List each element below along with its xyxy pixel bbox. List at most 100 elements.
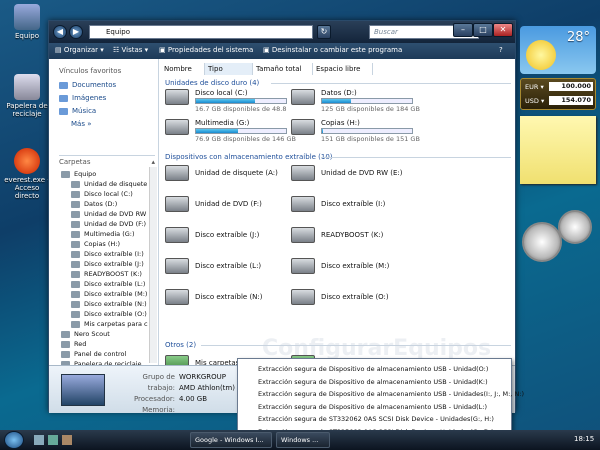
usage-bar (195, 98, 287, 104)
removable-item[interactable]: Disco extraíble (L:) (165, 258, 291, 278)
removable-item[interactable]: Unidad de DVD RW (E:) (291, 165, 417, 185)
hdd-item[interactable]: Datos (D:) 125 GB disponibles de 184 GB (291, 89, 420, 115)
favorite-music[interactable]: Música (59, 107, 96, 115)
tree-item[interactable]: Disco extraíble (M:) (71, 289, 147, 299)
tree-item[interactable]: Disco extraíble (L:) (71, 279, 145, 289)
folders-header[interactable]: Carpetas ▴ (59, 155, 155, 166)
system-properties-button[interactable]: ▣ Propiedades del sistema (159, 46, 253, 54)
close-button[interactable]: ✕ (493, 23, 513, 37)
tree-item-label: Disco extraíble (M:) (84, 290, 148, 298)
optical-drive-icon (165, 196, 189, 212)
drive-size: 16.7 GB disponibles de 48.8 (195, 105, 287, 113)
back-button[interactable]: ◀ (53, 25, 67, 39)
favorite-pictures[interactable]: Imágenes (59, 94, 106, 102)
optical-drive-icon (291, 165, 315, 181)
column-type[interactable]: Tipo (205, 63, 253, 75)
removable-item[interactable]: Unidad de disquete (A:) (165, 165, 291, 185)
drive-icon (71, 200, 80, 208)
tree-item[interactable]: Panel de control (61, 349, 126, 359)
taskbar-task[interactable]: Windows ... (276, 432, 330, 448)
removable-item[interactable]: Disco extraíble (N:) (165, 289, 291, 309)
removable-item[interactable]: READYBOOST (K:) (291, 227, 417, 247)
tree-item[interactable]: READYBOOST (K:) (71, 269, 142, 279)
tree-item[interactable]: Disco local (C:) (71, 189, 133, 199)
currency-value[interactable]: 100.000 (549, 82, 593, 91)
tree-item[interactable]: Copias (H:) (71, 239, 120, 249)
uninstall-button[interactable]: ▣ Desinstalar o cambiar este programa (263, 46, 402, 54)
cpu-meter-gadget[interactable] (522, 210, 598, 280)
removable-item[interactable]: Disco extraíble (O:) (291, 289, 417, 309)
tree-item[interactable]: Disco extraíble (N:) (71, 299, 147, 309)
notes-gadget[interactable] (520, 116, 596, 184)
forward-button[interactable]: ▶ (69, 25, 83, 39)
nav-scrollbar[interactable] (149, 167, 157, 363)
tree-item[interactable]: Unidad de DVD (F:) (71, 219, 146, 229)
desktop-icon-everest[interactable]: everest.exe - Acceso directo (2, 148, 52, 200)
maximize-button[interactable]: □ (473, 23, 493, 37)
tree-item-label: Disco extraíble (O:) (84, 310, 147, 318)
favorite-documents[interactable]: Documentos (59, 81, 116, 89)
tree-item-label: Disco local (C:) (84, 190, 133, 198)
group-hdd[interactable]: Unidades de disco duro (4) (165, 79, 259, 87)
usage-fill (196, 99, 256, 103)
weather-gadget[interactable]: 28° (520, 26, 596, 74)
column-total-size[interactable]: Tamaño total (253, 63, 313, 75)
quicklaunch-icon[interactable] (48, 435, 58, 445)
tree-item[interactable]: Datos (D:) (71, 199, 117, 209)
menu-item[interactable]: Extracción segura de Dispositivo de alma… (258, 365, 488, 373)
taskbar-task[interactable]: Google - Windows I... (190, 432, 272, 448)
hdd-item[interactable]: Multimedia (G:) 76.9 GB disponibles de 14… (165, 119, 296, 145)
group-other[interactable]: Otros (2) (165, 341, 196, 349)
removable-item[interactable]: Disco extraíble (J:) (165, 227, 291, 247)
tree-item[interactable]: Mis carpetas para c (71, 319, 148, 329)
help-icon[interactable]: ? (499, 46, 503, 54)
drive-icon (71, 230, 80, 238)
address-bar[interactable]: Equipo (89, 25, 313, 39)
refresh-button[interactable]: ↻ (317, 25, 331, 39)
tree-item[interactable]: Equipo (61, 169, 96, 179)
hdd-item[interactable]: Disco local (C:) 16.7 GB disponibles de 4… (165, 89, 291, 115)
drive-name: Disco extraíble (J:) (195, 231, 260, 239)
desktop-icon-computer[interactable]: Equipo (2, 4, 52, 40)
menu-item[interactable]: Extracción segura de Dispositivo de alma… (258, 390, 524, 398)
clock[interactable]: 18:15 (574, 435, 594, 443)
hdd-item[interactable]: Copias (H:) 151 GB disponibles de 151 GB (291, 119, 420, 145)
gauge-icon (558, 210, 592, 244)
usb-drive-icon (291, 289, 315, 305)
removable-item[interactable]: Disco extraíble (I:) (291, 196, 417, 216)
removable-item[interactable]: Disco extraíble (M:) (291, 258, 417, 278)
sidebar: 28° EUR ▾ 100.000 USD ▾ 154.070 (516, 20, 600, 430)
tree-item[interactable]: Disco extraíble (I:) (71, 249, 144, 259)
quicklaunch-icon[interactable] (62, 435, 72, 445)
column-free-space[interactable]: Espacio libre (313, 63, 373, 75)
tree-item[interactable]: Unidad de DVD RW (71, 209, 146, 219)
organize-menu[interactable]: ▤ Organizar ▾ (55, 46, 104, 54)
views-menu[interactable]: ☷ Vistas ▾ (113, 46, 148, 54)
sun-icon (526, 40, 556, 70)
usb-drive-icon (165, 258, 189, 274)
drive-icon (71, 320, 80, 328)
tree-item[interactable]: Unidad de disquete (71, 179, 147, 189)
currency-gadget[interactable]: EUR ▾ 100.000 USD ▾ 154.070 (520, 78, 596, 110)
menu-item[interactable]: Extracción segura de Dispositivo de alma… (258, 378, 488, 386)
usage-fill (322, 99, 351, 103)
desktop-icon-recycle-bin[interactable]: Papelera de reciclaje (2, 74, 52, 118)
tree-item-label: READYBOOST (K:) (84, 270, 142, 278)
drive-icon (71, 220, 80, 228)
minimize-button[interactable]: – (453, 23, 473, 37)
tree-item[interactable]: Red (61, 339, 86, 349)
column-name[interactable]: Nombre (161, 63, 205, 75)
tree-item[interactable]: Disco extraíble (J:) (71, 259, 144, 269)
start-button[interactable] (4, 431, 24, 449)
currency-value[interactable]: 154.070 (549, 96, 593, 105)
tree-item[interactable]: Multimedia (G:) (71, 229, 135, 239)
group-removable[interactable]: Dispositivos con almacenamiento extraíbl… (165, 153, 333, 161)
removable-item[interactable]: Unidad de DVD (F:) (165, 196, 291, 216)
menu-item[interactable]: Extracción segura de ST332062 0AS SCSI D… (258, 415, 494, 423)
drive-name: Disco local (C:) (195, 89, 248, 97)
menu-item[interactable]: Extracción segura de Dispositivo de alma… (258, 403, 487, 411)
quicklaunch-icon[interactable] (34, 435, 44, 445)
tree-item[interactable]: Disco extraíble (O:) (71, 309, 147, 319)
tree-item[interactable]: Nero Scout (61, 329, 110, 339)
more-link[interactable]: Más » (71, 120, 92, 128)
